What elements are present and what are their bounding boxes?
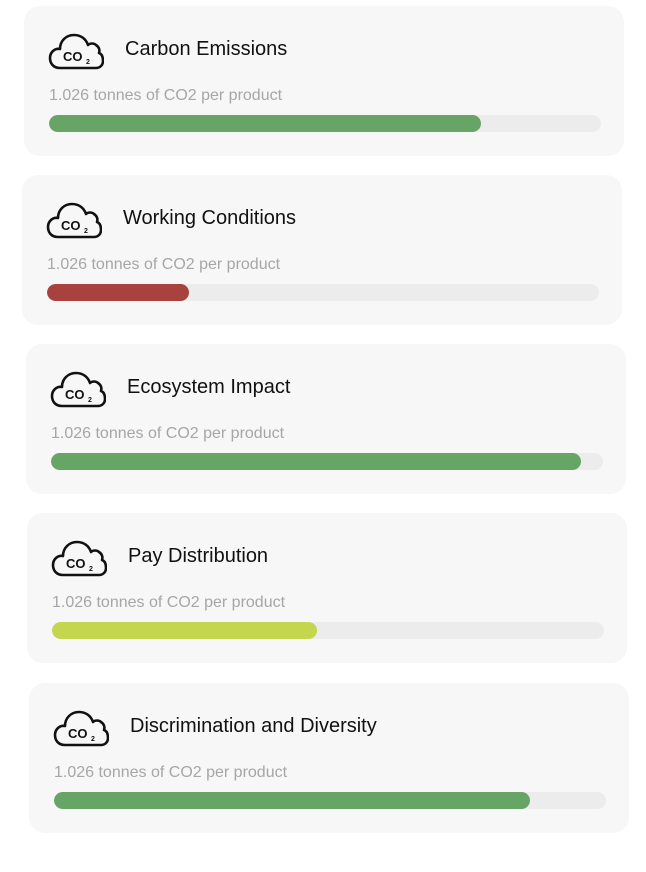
- metric-progress-track: [47, 284, 599, 301]
- co2-cloud-icon-graphic: CO 2: [46, 202, 102, 239]
- metric-progress-track: [51, 453, 603, 470]
- co2-subscript: 2: [91, 736, 95, 743]
- metric-title: Ecosystem Impact: [127, 376, 291, 398]
- metric-subtitle: 1.026 tonnes of CO2 per product: [47, 256, 281, 273]
- metric-title: Discrimination and Diversity: [130, 715, 377, 737]
- metric-card-working-conditions[interactable]: CO 2 Working Conditions 1.026 tonnes of …: [22, 175, 622, 325]
- metric-progress-track: [49, 115, 601, 132]
- co2-cloud-icon: CO 2: [46, 199, 102, 241]
- metric-progress-fill: [54, 792, 530, 809]
- metric-subtitle: 1.026 tonnes of CO2 per product: [54, 764, 288, 781]
- metric-title: Carbon Emissions: [125, 38, 288, 60]
- co2-cloud-icon-graphic: CO 2: [48, 33, 104, 70]
- metric-card-pay-distribution[interactable]: CO 2 Pay Distribution 1.026 tonnes of CO…: [27, 513, 627, 663]
- co2-subscript: 2: [86, 59, 90, 66]
- metric-subtitle: 1.026 tonnes of CO2 per product: [51, 425, 285, 442]
- co2-subscript: 2: [89, 566, 93, 573]
- co2-cloud-icon: CO 2: [51, 537, 107, 579]
- metric-progress-track: [54, 792, 606, 809]
- co2-subscript: 2: [88, 397, 92, 404]
- co2-cloud-icon-graphic: CO 2: [50, 371, 106, 408]
- metric-progress-track: [52, 622, 604, 639]
- metric-subtitle: 1.026 tonnes of CO2 per product: [49, 87, 283, 104]
- co2-label: CO: [68, 726, 88, 741]
- co2-subscript: 2: [84, 228, 88, 235]
- metric-progress-fill: [47, 284, 189, 301]
- co2-cloud-icon: CO 2: [53, 707, 109, 749]
- metric-card-ecosystem-impact[interactable]: CO 2 Ecosystem Impact 1.026 tonnes of CO…: [26, 344, 626, 494]
- co2-label: CO: [63, 49, 83, 64]
- metric-title: Working Conditions: [123, 207, 297, 229]
- co2-label: CO: [65, 387, 85, 402]
- co2-label: CO: [61, 218, 81, 233]
- co2-cloud-icon: CO 2: [50, 368, 106, 410]
- metric-card-carbon-emissions[interactable]: CO 2 Carbon Emissions 1.026 tonnes of CO…: [24, 6, 624, 156]
- metric-progress-fill: [52, 622, 317, 639]
- co2-cloud-icon: CO 2: [48, 30, 104, 72]
- metric-progress-fill: [49, 115, 482, 132]
- metric-subtitle: 1.026 tonnes of CO2 per product: [52, 594, 286, 611]
- co2-cloud-icon-graphic: CO 2: [53, 710, 109, 747]
- metric-card-discrimination-diversity[interactable]: CO 2 Discrimination and Diversity 1.026 …: [29, 683, 629, 833]
- metric-title: Pay Distribution: [128, 545, 269, 567]
- co2-label: CO: [66, 556, 86, 571]
- co2-cloud-icon-graphic: CO 2: [51, 540, 107, 577]
- metric-progress-fill: [51, 453, 581, 470]
